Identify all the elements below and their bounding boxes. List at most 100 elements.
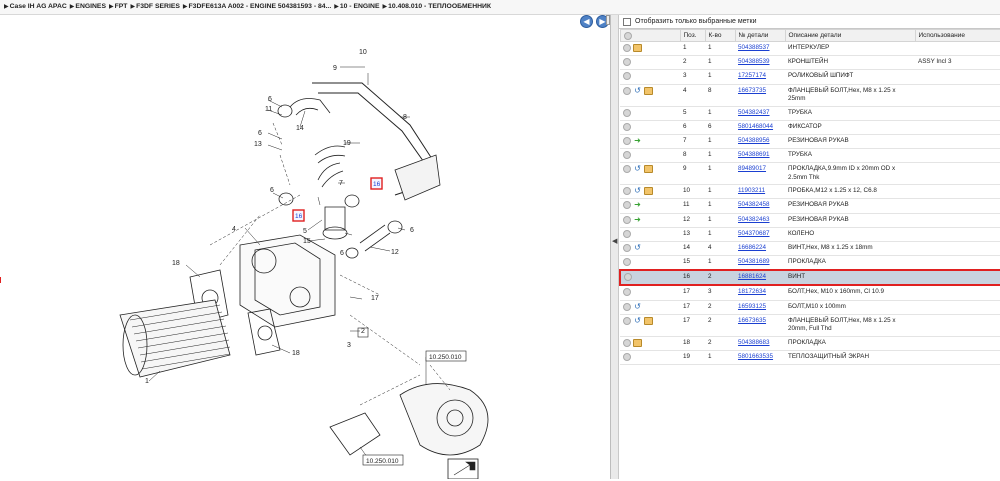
breadcrumb-item[interactable]: F3DFE613A A002 - ENGINE 504381593 - 84..…: [189, 3, 332, 10]
forward-arrow-icon[interactable]: ➜: [633, 215, 642, 224]
part-number-link[interactable]: 16686224: [738, 244, 766, 251]
col-part-number[interactable]: № детали: [734, 29, 786, 42]
cell-part-number[interactable]: 17257174: [735, 69, 785, 85]
table-row[interactable]: 19 1 5801663535 ТЕПЛОЗАЩИТНЫЙ ЭКРАН: [620, 350, 1000, 366]
breadcrumb-item[interactable]: ENGINES: [75, 3, 106, 10]
package-icon[interactable]: [644, 86, 653, 95]
cell-part-number[interactable]: 16686224: [735, 241, 785, 257]
select-dot-icon[interactable]: [623, 136, 631, 145]
breadcrumb-item[interactable]: FPT: [115, 3, 128, 10]
cell-part-number[interactable]: 18172634: [735, 285, 785, 301]
part-number-link[interactable]: 504388691: [738, 151, 770, 158]
package-icon[interactable]: [644, 316, 653, 325]
diagram-scrollbar[interactable]: [606, 15, 610, 25]
cell-part-number[interactable]: 504381689: [735, 255, 785, 271]
cell-part-number[interactable]: 504370687: [735, 227, 785, 242]
callout-6[interactable]: 6: [268, 96, 272, 103]
select-dot-icon[interactable]: [623, 86, 631, 95]
cell-part-number[interactable]: 5801468044: [735, 120, 785, 135]
part-number-link[interactable]: 16593125: [738, 303, 766, 310]
callout-15[interactable]: 15: [303, 238, 311, 245]
part-number-link[interactable]: 504382458: [738, 201, 770, 208]
ref-link-bottom[interactable]: 10.250.010: [366, 458, 399, 465]
package-icon[interactable]: [644, 165, 653, 174]
cell-part-number[interactable]: 504388691: [735, 148, 785, 164]
table-row[interactable]: 15 1 504381689 ПРОКЛАДКА: [620, 255, 1000, 271]
part-number-link[interactable]: 18172634: [738, 288, 766, 295]
select-dot-icon[interactable]: [623, 108, 631, 117]
col-qty[interactable]: К-во: [704, 29, 736, 42]
select-dot-icon[interactable]: [623, 122, 631, 131]
part-number-link[interactable]: 504388956: [738, 137, 770, 144]
cell-part-number[interactable]: 504382463: [735, 213, 785, 228]
replacement-icon[interactable]: ↺: [633, 165, 642, 173]
cell-part-number[interactable]: 16673635: [735, 314, 785, 337]
cell-part-number[interactable]: 16881624: [735, 269, 785, 287]
callout-3[interactable]: 3: [347, 342, 351, 349]
col-usage[interactable]: Использование: [914, 29, 1000, 42]
callout-2[interactable]: 2: [361, 328, 365, 335]
callout-19[interactable]: 19: [343, 140, 351, 147]
collapse-arrow-icon[interactable]: ◀: [612, 237, 617, 245]
select-dot-icon[interactable]: [623, 338, 631, 347]
part-number-link[interactable]: 504388539: [738, 58, 770, 65]
cell-part-number[interactable]: 16673735: [735, 84, 785, 107]
table-row[interactable]: 2 1 504388539 КРОНШТЕЙН ASSY Incl 3: [620, 55, 1000, 71]
part-number-link[interactable]: 504370687: [738, 230, 770, 237]
cell-part-number[interactable]: 504382437: [735, 106, 785, 121]
cell-part-number[interactable]: 89489017: [735, 162, 785, 186]
callout-10[interactable]: 10: [359, 49, 367, 56]
callout-9[interactable]: 9: [333, 65, 337, 72]
package-icon[interactable]: [644, 187, 653, 196]
part-number-link[interactable]: 16881624: [738, 273, 766, 280]
table-row[interactable]: 13 1 504370687 КОЛЕНО: [620, 227, 1000, 242]
col-description[interactable]: Описание детали: [784, 29, 916, 42]
cell-part-number[interactable]: 5801663535: [735, 350, 785, 366]
table-row[interactable]: ↺ 9 1 89489017 ПРОКЛАДКА,9.9mm ID x 20mm OD …: [620, 162, 1000, 186]
package-icon[interactable]: [633, 338, 642, 347]
part-number-link[interactable]: 504382463: [738, 216, 770, 223]
select-dot-icon[interactable]: [623, 72, 631, 81]
filter-checkbox[interactable]: [623, 17, 631, 26]
callout-5[interactable]: 5: [303, 228, 307, 235]
table-row[interactable]: ↺ 14 4 16686224 ВИНТ,Hex, M8 x 1.25 x 18mm: [620, 241, 1000, 257]
select-dot-icon[interactable]: [623, 243, 631, 252]
prev-arrow-icon[interactable]: ◀: [580, 15, 593, 28]
package-icon[interactable]: [633, 44, 642, 52]
callout-6[interactable]: 6: [410, 227, 414, 234]
replacement-icon[interactable]: ↺: [633, 302, 642, 311]
forward-arrow-icon[interactable]: ➜: [633, 136, 642, 145]
part-number-link[interactable]: 5801663535: [738, 353, 773, 360]
table-row[interactable]: ↺ 17 2 16593125 БОЛТ,M10 x 100mm: [620, 300, 1000, 315]
replacement-icon[interactable]: ↺: [633, 316, 642, 325]
table-row[interactable]: ↺ 10 1 11903211 ПРОБКА,M12 x 1.25 x 12, C6.8: [620, 184, 1000, 200]
callout-6[interactable]: 6: [258, 130, 262, 137]
breadcrumb-item[interactable]: 10 - ENGINE: [340, 3, 380, 10]
cell-part-number[interactable]: 11903211: [735, 184, 785, 200]
select-dot-icon[interactable]: [623, 302, 631, 311]
table-row[interactable]: 1 1 504388537 ИНТЕРКУЛЕР: [620, 41, 1000, 57]
part-number-link[interactable]: 17257174: [738, 72, 766, 79]
part-number-link[interactable]: 16673635: [738, 317, 766, 324]
select-dot-icon[interactable]: [623, 352, 631, 361]
filter-selected-toggle[interactable]: Отобразить только выбранные метки: [619, 15, 1000, 29]
select-dot-icon[interactable]: [624, 273, 632, 282]
callout-6[interactable]: 6: [340, 250, 344, 257]
ref-link-top[interactable]: 10.250.010: [429, 354, 462, 361]
select-dot-icon[interactable]: [623, 258, 631, 267]
callout-17[interactable]: 17: [371, 295, 379, 302]
forward-arrow-icon[interactable]: ➜: [633, 201, 642, 209]
part-number-link[interactable]: 16673735: [738, 87, 766, 94]
cell-part-number[interactable]: 504388956: [735, 134, 785, 150]
select-dot-icon[interactable]: [623, 316, 631, 325]
select-dot-icon[interactable]: [623, 44, 631, 52]
table-row[interactable]: 16 2 16881624 ВИНТ: [619, 269, 1000, 287]
callout-7[interactable]: 7: [339, 180, 343, 187]
breadcrumb-item[interactable]: F3DF SERIES: [136, 3, 180, 10]
cell-part-number[interactable]: 504388539: [735, 55, 785, 71]
part-number-link[interactable]: 11903211: [738, 187, 765, 194]
cell-part-number[interactable]: 16593125: [735, 300, 785, 315]
table-row[interactable]: 18 2 504388683 ПРОКЛАДКА: [620, 336, 1000, 351]
part-number-link[interactable]: 504382437: [738, 109, 770, 116]
table-row[interactable]: 17 3 18172634 БОЛТ,Hex, M10 x 160mm, Cl 10.…: [620, 285, 1000, 301]
